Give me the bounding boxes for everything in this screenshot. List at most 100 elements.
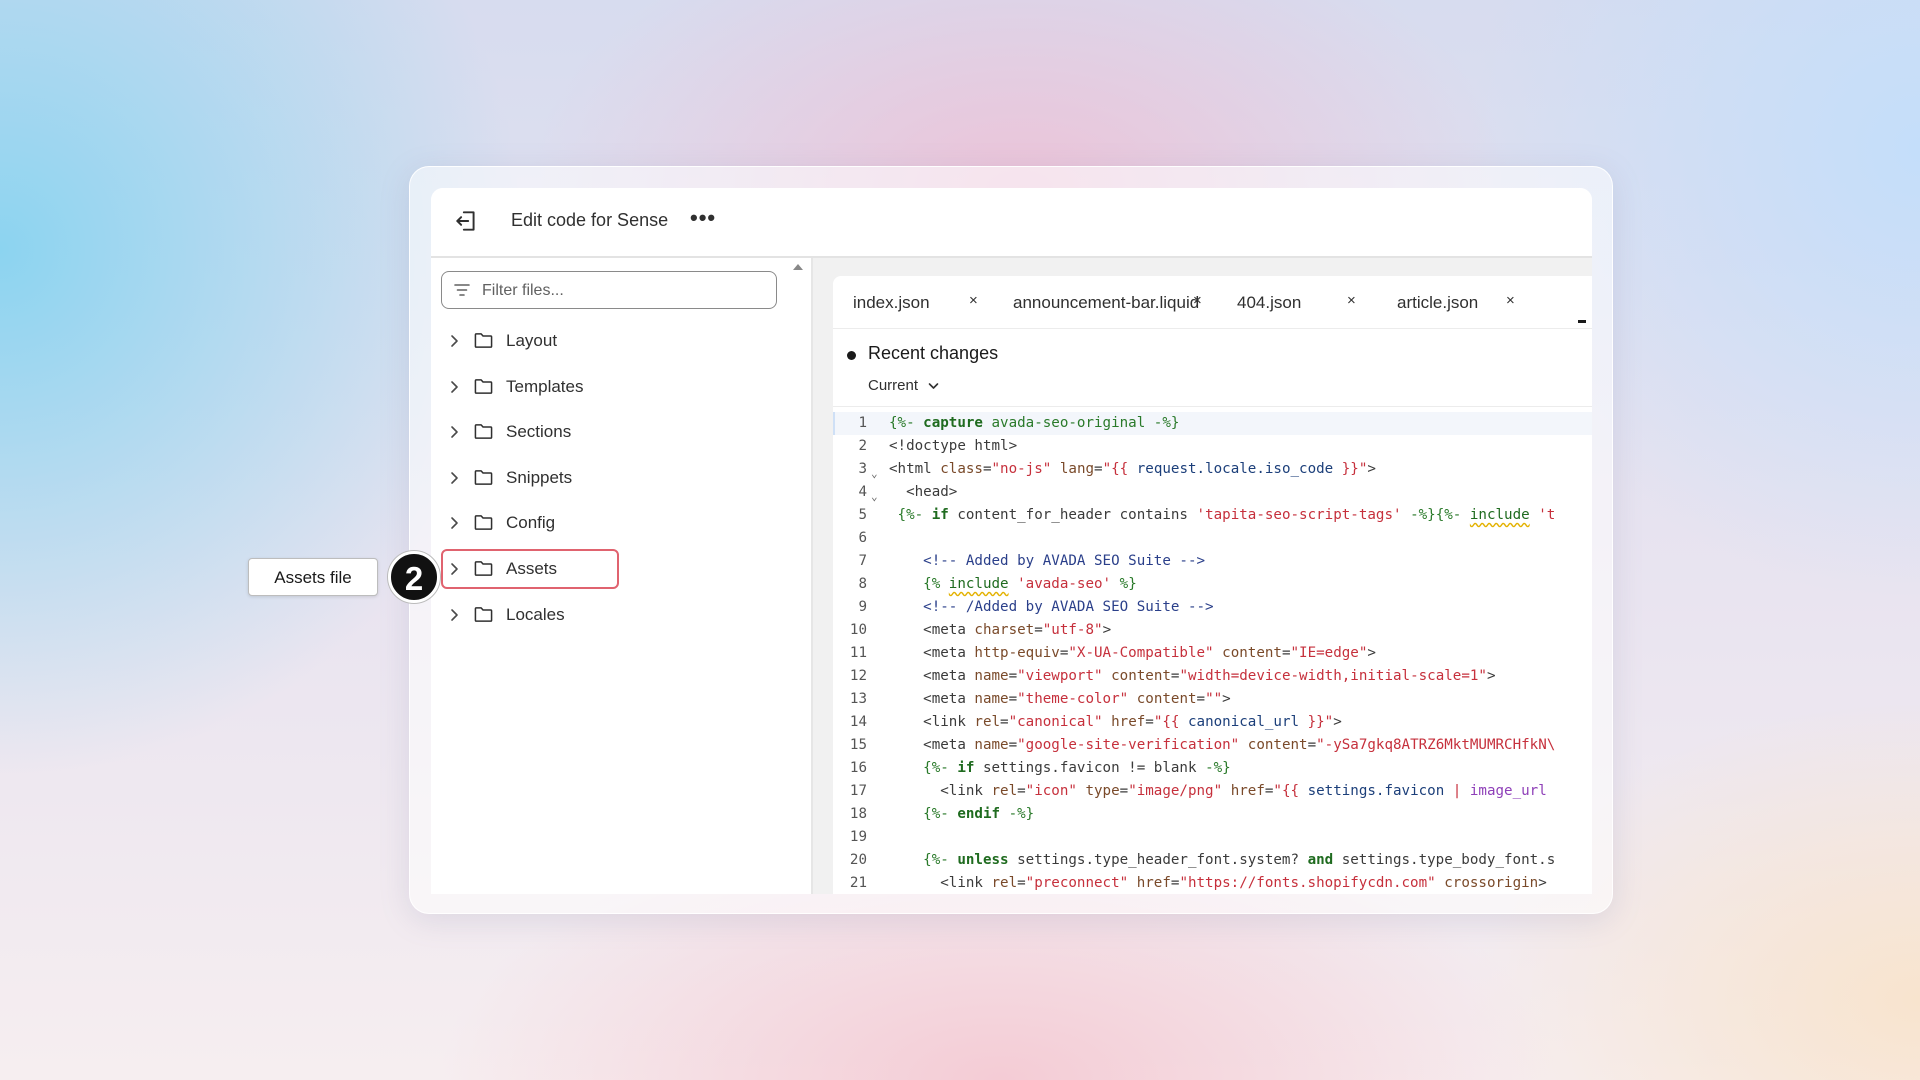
code-line[interactable]: 9 <!-- /Added by AVADA SEO Suite -->: [833, 596, 1592, 619]
scroll-up-arrow-icon[interactable]: [793, 264, 803, 270]
assets-file-callout: Assets file: [248, 558, 378, 596]
code-text: <head>: [889, 484, 958, 500]
code-line[interactable]: 14 <link rel="canonical" href="{{ canoni…: [833, 711, 1592, 734]
tree-item-label: Snippets: [506, 468, 573, 487]
line-number: 19: [849, 829, 867, 845]
tree-item-assets[interactable]: Assets: [441, 549, 619, 589]
step-number: 2: [404, 560, 424, 597]
line-number: 9: [858, 599, 867, 615]
close-icon[interactable]: ×: [1347, 292, 1356, 309]
code-text: <!-- Added by AVADA SEO Suite -->: [923, 553, 1206, 569]
line-number: 3: [858, 461, 867, 477]
tree-item-label: Locales: [506, 605, 565, 624]
code-text: <html class="no-js" lang="{{ request.loc…: [889, 461, 1376, 477]
code-line[interactable]: 17 <link rel="icon" type="image/png" hre…: [833, 780, 1592, 803]
code-separator: [833, 406, 1592, 407]
tab-index-json[interactable]: index.json ×: [833, 276, 983, 328]
code-text: {%- capture avada-seo-original -%}: [889, 415, 1180, 431]
code-text: {% include 'avada-seo' %}: [923, 576, 1137, 592]
chevron-right-icon: [451, 517, 458, 529]
tab-article-json[interactable]: article.json ×: [1377, 276, 1577, 328]
version-select[interactable]: Current: [868, 377, 939, 394]
tab-label: announcement-bar.liquid: [1013, 293, 1200, 312]
code-editor-window: Edit code for Sense ••• Layout Templates: [431, 188, 1592, 894]
chevron-right-icon: [451, 426, 458, 438]
line-number: 2: [858, 438, 867, 454]
tree-item-sections[interactable]: Sections: [441, 412, 771, 452]
code-line[interactable]: 10 <meta charset="utf-8">: [833, 619, 1592, 642]
code-line[interactable]: 8 {% include 'avada-seo' %}: [833, 573, 1592, 596]
tree-item-layout[interactable]: Layout: [441, 321, 771, 361]
code-line[interactable]: 1 {%- capture avada-seo-original -%}: [833, 412, 1592, 435]
page-title: Edit code for Sense: [511, 210, 669, 230]
code-text: <!doctype html>: [889, 438, 1018, 454]
code-text: {%- if settings.favicon != blank -%}: [923, 760, 1231, 776]
chevron-down-icon: [928, 383, 939, 389]
code-text: <meta name="viewport" content="width=dev…: [889, 668, 1496, 684]
code-line[interactable]: 12 <meta name="viewport" content="width=…: [833, 665, 1592, 688]
tab-label: index.json: [853, 293, 930, 312]
code-text: {%- endif -%}: [923, 806, 1035, 822]
close-icon[interactable]: ×: [969, 292, 978, 309]
tab-label: article.json: [1397, 293, 1479, 312]
folder-icon: [474, 379, 493, 394]
code-text: {%- if content_for_header contains 'tapi…: [897, 507, 1556, 523]
filter-files-field[interactable]: [441, 271, 777, 309]
step-number-badge: 2: [388, 551, 440, 603]
code-line[interactable]: 2 <!doctype html>: [833, 435, 1592, 458]
filter-files-input[interactable]: [480, 278, 764, 304]
code-text: <meta http-equiv="X-UA-Compatible" conte…: [889, 645, 1376, 661]
tree-item-templates[interactable]: Templates: [441, 367, 771, 407]
folder-icon: [474, 561, 493, 576]
line-number: 17: [849, 783, 867, 799]
line-number: 5: [858, 507, 867, 523]
folder-icon: [474, 515, 493, 530]
tree-item-label: Sections: [506, 422, 572, 441]
unsaved-dot: [847, 351, 856, 360]
line-number: 6: [858, 530, 867, 546]
line-number: 13: [849, 691, 867, 707]
code-line[interactable]: 15 <meta name="google-site-verification"…: [833, 734, 1592, 757]
code-line[interactable]: 20 {%- unless settings.type_header_font.…: [833, 849, 1592, 872]
line-number: 21: [849, 875, 867, 891]
close-icon[interactable]: ×: [1193, 292, 1202, 309]
code-line[interactable]: 7 <!-- Added by AVADA SEO Suite -->: [833, 550, 1592, 573]
code-line[interactable]: 3 ⌄ <html class="no-js" lang="{{ request.l…: [833, 458, 1592, 481]
filter-icon: [454, 284, 470, 296]
code-text: <meta name="theme-color" content="">: [889, 691, 1231, 707]
line-number: 4: [858, 484, 867, 500]
code-line[interactable]: 13 <meta name="theme-color" content="">: [833, 688, 1592, 711]
tab-label: 404.json: [1237, 293, 1302, 312]
code-line[interactable]: 4 ⌄ <head>: [833, 481, 1592, 504]
code-text: <!-- /Added by AVADA SEO Suite -->: [923, 599, 1214, 615]
code-text: <link rel="preconnect" href="https://fon…: [889, 875, 1547, 891]
code-line[interactable]: 19: [833, 826, 1592, 849]
folder-icon: [474, 424, 493, 439]
chevron-right-icon: [451, 472, 458, 484]
code-line[interactable]: 21 <link rel="preconnect" href="https://…: [833, 872, 1592, 894]
tab-announcement-bar-liquid[interactable]: announcement-bar.liquid ×: [993, 276, 1209, 328]
recent-changes-label: Recent changes: [868, 343, 999, 363]
line-number: 15: [849, 737, 867, 753]
code-line[interactable]: 6: [833, 527, 1592, 550]
tree-item-label: Layout: [506, 331, 558, 350]
tree-item-locales[interactable]: Locales: [441, 595, 771, 635]
line-number: 14: [849, 714, 867, 730]
tree-item-snippets[interactable]: Snippets: [441, 458, 771, 498]
code-text: <link rel="canonical" href="{{ canonical…: [889, 714, 1342, 730]
code-line[interactable]: 5 {%- if content_for_header contains 'ta…: [833, 504, 1592, 527]
code-line[interactable]: 18 {%- endif -%}: [833, 803, 1592, 826]
folder-icon: [474, 333, 493, 348]
tab-404-json[interactable]: 404.json ×: [1217, 276, 1367, 328]
code-text: <link rel="icon" type="image/png" href="…: [889, 783, 1547, 799]
folder-icon: [474, 470, 493, 485]
exit-icon[interactable]: [453, 208, 479, 234]
line-number: 1: [858, 415, 867, 431]
close-icon[interactable]: ×: [1506, 292, 1515, 309]
tree-item-label: Config: [506, 513, 556, 532]
more-actions-icon[interactable]: •••: [690, 207, 716, 229]
code-line[interactable]: 11 <meta http-equiv="X-UA-Compatible" co…: [833, 642, 1592, 665]
tree-item-config[interactable]: Config: [441, 503, 771, 543]
code-line[interactable]: 16 {%- if settings.favicon != blank -%}: [833, 757, 1592, 780]
line-number: 12: [849, 668, 867, 684]
